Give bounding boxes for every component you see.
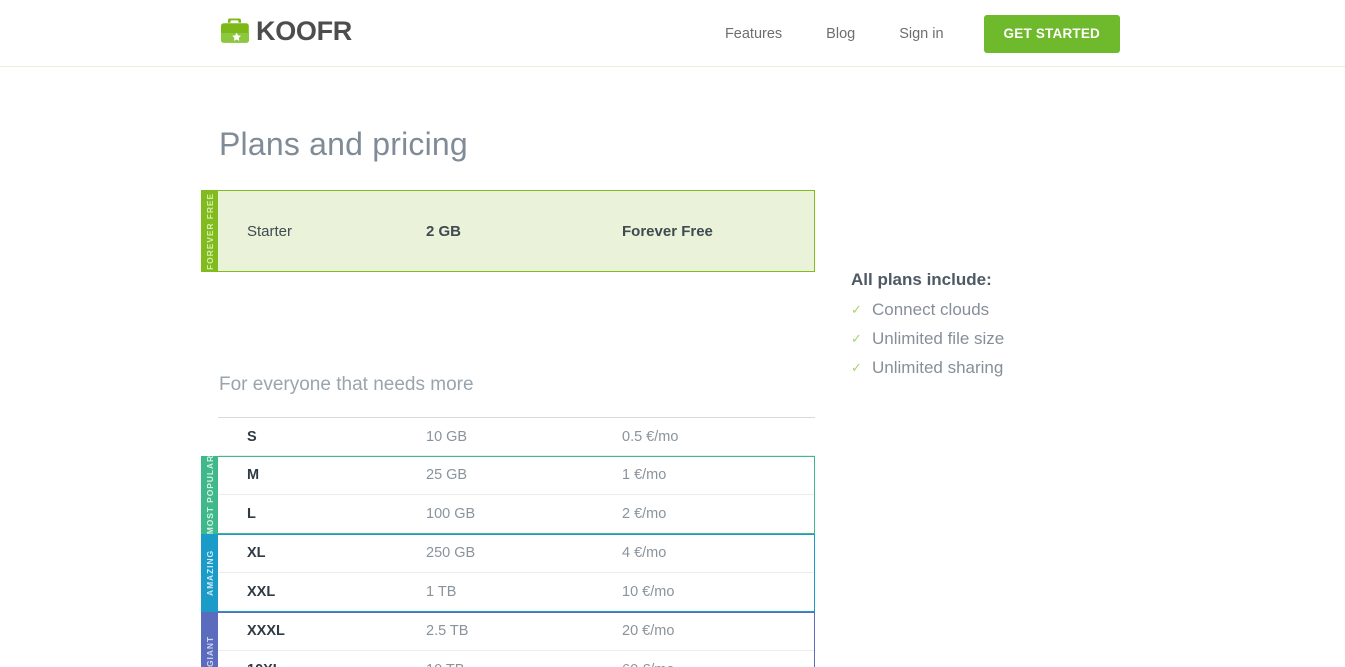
plan-price: 0.5 €/mo — [622, 428, 679, 445]
plan-name: M — [247, 467, 260, 483]
table-row[interactable]: XXXL 2.5 TB 20 €/mo — [201, 612, 815, 651]
amazing-badge-label: AMAZING — [204, 550, 215, 596]
table-row[interactable]: 10XL 10 TB 60 €/mo — [201, 651, 815, 667]
forever-free-badge-label: FOREVER FREE — [204, 192, 215, 270]
free-plan-name: Starter — [247, 222, 293, 240]
includes-list: ✓ Connect clouds ✓ Unlimited file size ✓… — [851, 295, 1151, 382]
plan-price: 4 €/mo — [622, 545, 667, 561]
row-gutter — [201, 417, 218, 456]
includes-item-label: Unlimited file size — [872, 328, 1005, 348]
plan-size: 250 GB — [426, 545, 476, 561]
page-title: Plans and pricing — [219, 126, 468, 162]
plan-price: 20 €/mo — [622, 623, 675, 639]
nav-item-features[interactable]: Features — [703, 20, 804, 48]
list-item: ✓ Unlimited sharing — [851, 353, 1151, 382]
table-row[interactable]: XL 250 GB 4 €/mo — [201, 534, 815, 573]
most-popular-badge-label: MOST POPULAR — [204, 456, 215, 534]
plan-name: L — [247, 506, 256, 522]
main-navigation: Features Blog Sign in GET STARTED — [703, 0, 1120, 67]
check-icon: ✓ — [851, 360, 862, 375]
list-item: ✓ Connect clouds — [851, 295, 1151, 324]
includes-item-label: Connect clouds — [872, 299, 990, 319]
includes-item-label: Unlimited sharing — [872, 357, 1004, 377]
plan-size: 10 GB — [426, 428, 468, 445]
plan-size: 100 GB — [426, 506, 476, 522]
logo-link[interactable]: KOOFR — [219, 14, 352, 48]
section-subtitle: For everyone that needs more — [219, 374, 474, 395]
nav-item-sign-in[interactable]: Sign in — [877, 20, 965, 48]
get-started-button[interactable]: GET STARTED — [983, 14, 1120, 53]
plan-price: 1 €/mo — [622, 467, 667, 483]
plan-price: 2 €/mo — [622, 506, 667, 522]
check-icon: ✓ — [851, 331, 862, 346]
includes-title: All plans include: — [851, 270, 992, 289]
list-item: ✓ Unlimited file size — [851, 324, 1151, 353]
table-row[interactable]: M 25 GB 1 €/mo — [201, 456, 815, 495]
check-icon: ✓ — [851, 302, 862, 317]
logo-text: KOOFR — [256, 15, 352, 46]
table-row[interactable]: S 10 GB 0.5 €/mo — [201, 417, 815, 456]
forever-free-badge: FOREVER FREE — [201, 190, 218, 272]
plan-price: 60 €/mo — [622, 662, 674, 667]
plan-name: XXXL — [247, 623, 285, 639]
plan-price: 10 €/mo — [622, 584, 675, 600]
plan-name: 10XL — [247, 662, 282, 667]
nav-item-blog[interactable]: Blog — [804, 20, 877, 48]
plan-name: S — [247, 428, 257, 445]
giant-badge: GIANT — [201, 612, 218, 667]
plans-table: S 10 GB 0.5 €/mo M 25 GB 1 €/mo L 100 GB… — [201, 417, 815, 667]
all-plans-include-panel: All plans include: ✓ Connect clouds ✓ Un… — [851, 270, 1151, 382]
free-plan-size: 2 GB — [426, 222, 462, 240]
free-plan-row[interactable]: FOREVER FREE Starter 2 GB Forever Free — [201, 190, 815, 272]
giant-badge-label: GIANT — [204, 635, 215, 667]
table-row[interactable]: XXL 1 TB 10 €/mo — [201, 573, 815, 612]
most-popular-badge: MOST POPULAR — [201, 456, 218, 534]
plan-name: XL — [247, 545, 266, 561]
plan-size: 1 TB — [426, 584, 457, 600]
plan-size: 2.5 TB — [426, 623, 469, 639]
plan-name: XXL — [247, 584, 276, 600]
site-header: KOOFR Features Blog Sign in GET STARTED — [0, 0, 1345, 67]
koofr-bag-star-icon — [219, 14, 253, 48]
plan-size: 25 GB — [426, 467, 468, 483]
free-plan-price: Forever Free — [622, 222, 713, 240]
amazing-badge: AMAZING — [201, 534, 218, 612]
plan-size: 10 TB — [426, 662, 464, 667]
table-row[interactable]: L 100 GB 2 €/mo — [201, 495, 815, 534]
